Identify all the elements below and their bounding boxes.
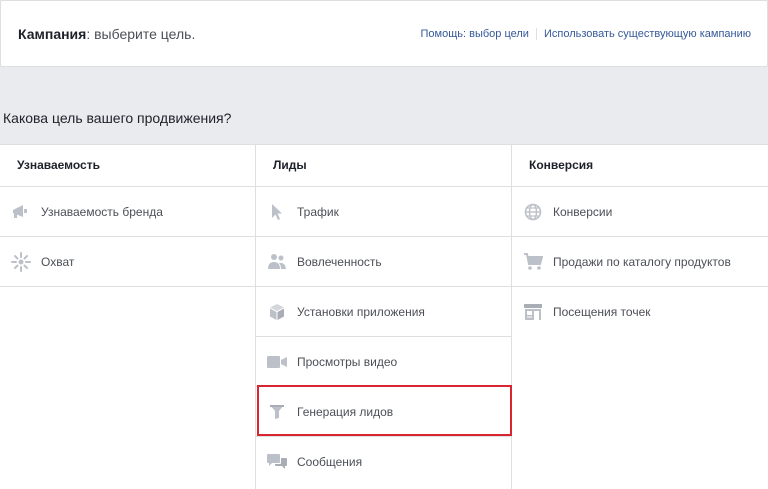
funnel-icon	[266, 401, 288, 423]
objective-video-views[interactable]: Просмотры видео	[256, 337, 511, 387]
objective-label: Просмотры видео	[297, 354, 398, 369]
cursor-icon	[266, 201, 288, 223]
objective-app-installs[interactable]: Установки приложения	[256, 287, 511, 337]
video-camera-icon	[266, 351, 288, 373]
box-icon	[266, 301, 288, 323]
objective-label: Установки приложения	[297, 304, 425, 319]
objective-conversions[interactable]: Конверсии	[512, 187, 768, 237]
objective-label: Узнаваемость бренда	[41, 204, 163, 219]
page-title: Кампания: выберите цель.	[18, 26, 195, 42]
help-choose-objective-link[interactable]: Помощь: выбор цели	[421, 28, 529, 40]
objective-label: Генерация лидов	[297, 404, 394, 419]
campaign-header: Кампания: выберите цель. Помощь: выбор ц…	[0, 0, 768, 67]
page-title-rest: : выберите цель.	[86, 26, 196, 42]
column-awareness: Узнаваемость Узнаваемость бренда Охват	[0, 145, 256, 489]
chat-bubbles-icon	[266, 451, 288, 473]
reach-icon	[10, 251, 32, 273]
objective-label: Сообщения	[297, 455, 363, 469]
column-header-leads: Лиды	[256, 145, 511, 187]
objective-catalog-sales[interactable]: Продажи по каталогу продуктов	[512, 237, 768, 287]
objective-label: Охват	[41, 254, 75, 269]
objective-messages[interactable]: Сообщения	[256, 437, 511, 487]
objective-label: Продажи по каталогу продуктов	[553, 254, 731, 269]
people-icon	[266, 251, 288, 273]
objective-engagement[interactable]: Вовлеченность	[256, 237, 511, 287]
objective-label: Трафик	[297, 204, 339, 219]
column-header-awareness: Узнаваемость	[0, 145, 255, 187]
objective-label: Посещения точек	[553, 305, 651, 319]
objective-traffic[interactable]: Трафик	[256, 187, 511, 237]
objective-store-visits[interactable]: Посещения точек	[512, 287, 768, 337]
objective-reach[interactable]: Охват	[0, 237, 255, 287]
use-existing-campaign-link[interactable]: Использовать существующую кампанию	[544, 28, 751, 40]
globe-icon	[522, 201, 544, 223]
objective-question: Какова цель вашего продвижения?	[3, 110, 232, 126]
objective-lead-generation[interactable]: Генерация лидов	[256, 387, 511, 437]
store-icon	[522, 301, 544, 323]
column-leads: Лиды Трафик Вовлеченность Установки прил…	[256, 145, 512, 489]
objective-brand-awareness[interactable]: Узнаваемость бренда	[0, 187, 255, 237]
shopping-cart-icon	[522, 251, 544, 273]
column-header-conversion: Конверсия	[512, 145, 768, 187]
header-links: Помощь: выбор цели Использовать существу…	[421, 28, 751, 40]
megaphone-icon	[10, 201, 32, 223]
objective-label: Вовлеченность	[297, 254, 382, 269]
link-divider	[535, 28, 537, 40]
objective-label: Конверсии	[553, 204, 613, 219]
objective-grid: Узнаваемость Узнаваемость бренда Охват Л…	[0, 144, 768, 489]
column-conversion: Конверсия Конверсии Продажи по каталогу …	[512, 145, 768, 489]
page-title-bold: Кампания	[18, 26, 87, 42]
